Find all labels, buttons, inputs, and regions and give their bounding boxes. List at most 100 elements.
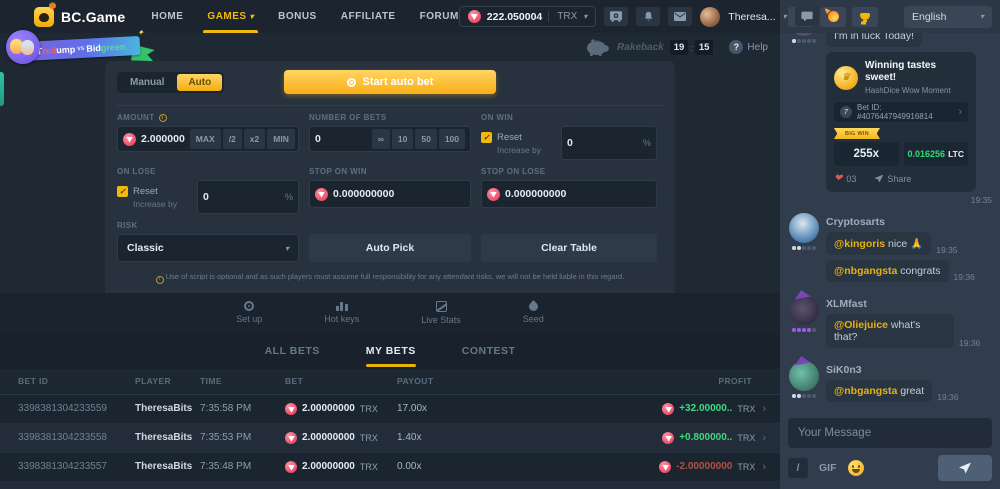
- player-name: TheresaBits: [135, 461, 200, 472]
- manual-mode-tab[interactable]: Manual: [119, 74, 175, 91]
- reset-checkbox[interactable]: [481, 132, 492, 143]
- min-button[interactable]: MIN: [267, 129, 295, 149]
- notifications-button[interactable]: [636, 7, 660, 26]
- stop-on-lose-field: STOP ON LOSE 0.000000000: [481, 167, 657, 214]
- payout-multiplier: 1.40x: [397, 432, 469, 443]
- on-win-input[interactable]: 0 %: [561, 126, 657, 160]
- send-message-button[interactable]: [938, 455, 992, 481]
- trx-coin-icon: [662, 432, 674, 444]
- info-icon[interactable]: [159, 114, 167, 122]
- chat-language-select[interactable]: English: [904, 6, 992, 28]
- rakeback-widget[interactable]: Rakeback 19 15: [585, 38, 713, 56]
- avatar[interactable]: [789, 361, 819, 391]
- fireball-button[interactable]: [820, 7, 846, 27]
- slash-commands-button[interactable]: /: [788, 458, 808, 478]
- mention[interactable]: @Oliejuice: [834, 319, 888, 331]
- mention[interactable]: @nbgangsta: [834, 385, 897, 397]
- trx-coin-icon: [285, 432, 297, 444]
- on-win-label: ON WIN: [481, 113, 657, 122]
- messages-button[interactable]: [668, 7, 692, 26]
- chat-username[interactable]: Cryptosarts: [826, 216, 992, 228]
- balance-selector[interactable]: 222.050004 TRX: [459, 6, 597, 27]
- bet-time: 7:35:58 PM: [200, 403, 285, 414]
- chevron-down-icon: [583, 12, 587, 21]
- tab-contest[interactable]: CONTEST: [462, 333, 516, 369]
- user-menu[interactable]: Theresa...: [728, 11, 786, 23]
- chat-username[interactable]: SiK0n3: [826, 364, 992, 376]
- chat-bubble: @nbgangsta great: [826, 380, 932, 402]
- amount-input[interactable]: 2.000000 MAX /2 x2 MIN: [117, 126, 299, 152]
- table-row[interactable]: 3398381304233556 TheresaBits 7:35:43 PM …: [0, 482, 780, 489]
- tab-all-bets[interactable]: ALL BETS: [265, 333, 320, 369]
- hot-keys-button[interactable]: Hot keys: [324, 301, 359, 324]
- contest-button[interactable]: [852, 7, 878, 27]
- auto-pick-button[interactable]: Auto Pick: [309, 234, 471, 262]
- number-of-bets-input[interactable]: 0 ∞ 10 50 100: [309, 126, 471, 152]
- share-icon[interactable]: [874, 175, 883, 183]
- mention[interactable]: @kingoris: [834, 238, 885, 250]
- chat-toggle-button[interactable]: [795, 7, 819, 26]
- game-actions-strip: Set up Hot keys Live Stats Seed: [0, 293, 780, 333]
- chat-username[interactable]: XLMfast: [826, 298, 992, 310]
- bets-50-button[interactable]: 50: [415, 129, 436, 149]
- win-share-card[interactable]: Winning tastes sweet! HashDice Wow Momen…: [826, 52, 976, 192]
- table-row[interactable]: 3398381304233557 TheresaBits 7:35:48 PM …: [0, 453, 780, 482]
- chat-message-input[interactable]: [788, 418, 992, 448]
- heart-icon[interactable]: [834, 173, 842, 184]
- emoji-picker-icon[interactable]: [848, 460, 864, 476]
- nav-item-bonus[interactable]: BONUS: [278, 0, 317, 33]
- settings-icon: [244, 301, 254, 311]
- help-button[interactable]: Help: [729, 40, 768, 54]
- on-win-value: 0: [567, 137, 573, 149]
- seed-button[interactable]: Seed: [523, 302, 544, 324]
- avatar[interactable]: [789, 33, 819, 36]
- reset-checkbox[interactable]: [117, 186, 128, 197]
- bet-amount: 2.00000000TRX: [285, 432, 397, 444]
- clear-table-button[interactable]: Clear Table: [481, 234, 657, 262]
- vault-button[interactable]: [604, 7, 628, 26]
- avatar[interactable]: [789, 295, 819, 325]
- message-time: 19:36: [954, 272, 975, 282]
- seed-label: Seed: [523, 314, 544, 324]
- bet-mode-toggle: Manual Auto: [117, 72, 224, 93]
- trx-coin-icon: [659, 461, 671, 473]
- likes-count: 03: [846, 174, 856, 184]
- max-button[interactable]: MAX: [190, 129, 221, 149]
- my-bets-table: BET ID PLAYER TIME BET PAYOUT PROFIT 339…: [0, 369, 780, 489]
- bets-100-button[interactable]: 100: [439, 129, 465, 149]
- tab-my-bets[interactable]: MY BETS: [366, 333, 416, 369]
- send-icon: [959, 463, 971, 474]
- balance-currency[interactable]: TRX: [548, 11, 587, 22]
- gif-button[interactable]: GIF: [819, 462, 837, 474]
- on-lose-input[interactable]: 0 %: [197, 180, 299, 214]
- start-auto-bet-button[interactable]: Start auto bet: [284, 70, 496, 94]
- chat-bubble: @kingoris nice 🙏: [826, 232, 931, 255]
- auto-mode-tab[interactable]: Auto: [177, 74, 222, 91]
- bets-10-button[interactable]: 10: [392, 129, 413, 149]
- bcgame-logo[interactable]: BC.Game: [34, 7, 125, 27]
- mention[interactable]: @nbgangsta: [834, 265, 897, 277]
- stop-on-win-input[interactable]: 0.000000000: [309, 180, 471, 208]
- nav-item-forum[interactable]: FORUM: [420, 0, 459, 33]
- nav-item-affiliate[interactable]: AFFILIATE: [341, 0, 396, 33]
- table-row[interactable]: 3398381304233559 TheresaBits 7:35:58 PM …: [0, 395, 780, 424]
- live-stats-button[interactable]: Live Stats: [421, 301, 461, 325]
- user-avatar[interactable]: [700, 7, 720, 27]
- nav-item-home[interactable]: HOME: [151, 0, 183, 33]
- promo-banner[interactable]: TredumpvsBidgreen: [6, 30, 148, 74]
- half-button[interactable]: /2: [223, 129, 242, 149]
- infinity-button[interactable]: ∞: [372, 129, 390, 149]
- rakeback-minutes: 19: [670, 40, 689, 55]
- win-card-bet-id[interactable]: Bet ID: #4076447949916814: [834, 102, 968, 122]
- stop-on-lose-input[interactable]: 0.000000000: [481, 180, 657, 208]
- risk-select[interactable]: Classic: [117, 234, 299, 262]
- avatar[interactable]: [789, 213, 819, 243]
- nav-item-games[interactable]: GAMES: [207, 0, 254, 33]
- piggy-bank-icon: [585, 38, 611, 56]
- table-row[interactable]: 3398381304233558 TheresaBits 7:35:53 PM …: [0, 424, 780, 453]
- share-label[interactable]: Share: [887, 174, 911, 184]
- double-button[interactable]: x2: [244, 129, 265, 149]
- level-dots: [792, 328, 816, 332]
- stop-on-lose-value: 0.000000000: [505, 188, 566, 200]
- set-up-button[interactable]: Set up: [236, 301, 262, 324]
